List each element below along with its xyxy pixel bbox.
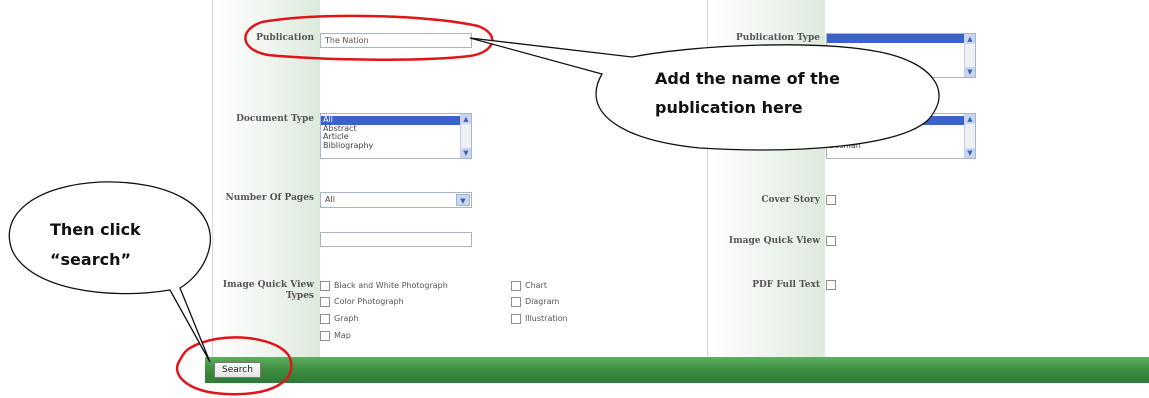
language-listbox[interactable]: Albanian Arabic Bosnian ▲ ▼ [826, 113, 976, 159]
search-callout-line1: Then click [50, 220, 141, 239]
type-checkbox[interactable] [511, 297, 521, 307]
publication-callout-text: Add the name of the publication here [655, 64, 840, 122]
pdf-full-text-checkbox[interactable] [826, 280, 836, 290]
type-checkbox-label: Illustration [525, 314, 568, 323]
chevron-down-icon[interactable]: ▼ [965, 67, 975, 77]
right-label-column [707, 0, 825, 357]
cover-story-checkbox[interactable] [826, 195, 836, 205]
image-quick-view-types-label: Image Quick View Types [220, 280, 314, 302]
image-quick-view-label: Image Quick View [728, 236, 820, 246]
document-type-scrollbar[interactable]: ▲ ▼ [460, 114, 471, 158]
publication-label: Publication [256, 33, 314, 43]
image-quick-view-checkbox[interactable] [826, 236, 836, 246]
search-callout-text: Then click “search” [50, 215, 141, 275]
document-type-option[interactable]: Bibliography [321, 141, 471, 151]
type-checkbox-label: Graph [334, 314, 359, 323]
publication-type-scrollbar[interactable]: ▲ ▼ [964, 34, 975, 77]
language-scrollbar[interactable]: ▲ ▼ [964, 114, 975, 158]
search-callout-line2: “search” [50, 250, 131, 269]
publication-input[interactable]: The Nation [320, 33, 472, 48]
type-checkbox-label: Diagram [525, 297, 560, 306]
number-of-pages-value: All [325, 195, 335, 204]
chevron-up-icon[interactable]: ▲ [965, 114, 975, 124]
number-of-pages-label: Number Of Pages [225, 193, 314, 203]
image-quick-view-types-label-line1: Image Quick View [222, 280, 314, 290]
type-checkbox-label: Chart [525, 281, 547, 290]
search-toolbar [205, 357, 1149, 383]
type-checkbox[interactable] [320, 281, 330, 291]
publication-type-option-selected[interactable] [827, 34, 975, 43]
chevron-down-icon[interactable]: ▼ [461, 148, 471, 158]
chevron-up-icon[interactable]: ▲ [965, 34, 975, 44]
left-column-divider [212, 0, 213, 357]
search-button[interactable]: Search [214, 362, 261, 378]
number-of-pages-select[interactable]: All ▼ [320, 192, 472, 208]
type-checkbox-label: Color Photograph [334, 297, 404, 306]
type-checkbox[interactable] [511, 314, 521, 324]
document-type-label: Document Type [236, 114, 314, 124]
chevron-up-icon[interactable]: ▲ [461, 114, 471, 124]
chevron-down-icon[interactable]: ▼ [965, 148, 975, 158]
type-checkbox[interactable] [320, 331, 330, 341]
type-checkbox-label: Black and White Photograph [334, 281, 448, 290]
type-checkbox[interactable] [320, 314, 330, 324]
publication-callout-line1: Add the name of the [655, 69, 841, 88]
annotation-overlay [8, 14, 940, 396]
publication-type-listbox[interactable]: ▲ ▼ [826, 33, 976, 78]
number-of-pages-input[interactable] [320, 232, 472, 247]
image-quick-view-types-label-line2: Types [285, 291, 314, 301]
cover-story-label: Cover Story [761, 195, 820, 205]
type-checkbox[interactable] [511, 281, 521, 291]
chevron-down-icon[interactable]: ▼ [456, 194, 470, 206]
type-checkbox-label: Map [334, 331, 351, 340]
publication-callout-line2: publication here [655, 98, 803, 117]
language-option[interactable]: Bosnian [827, 141, 975, 151]
type-checkbox[interactable] [320, 297, 330, 307]
publication-type-label: Publication Type [736, 33, 820, 43]
pdf-full-text-label: PDF Full Text [752, 280, 820, 290]
left-label-column [212, 0, 320, 357]
document-type-listbox[interactable]: All Abstract Article Bibliography ▲ ▼ [320, 113, 472, 159]
middle-divider [707, 0, 708, 357]
